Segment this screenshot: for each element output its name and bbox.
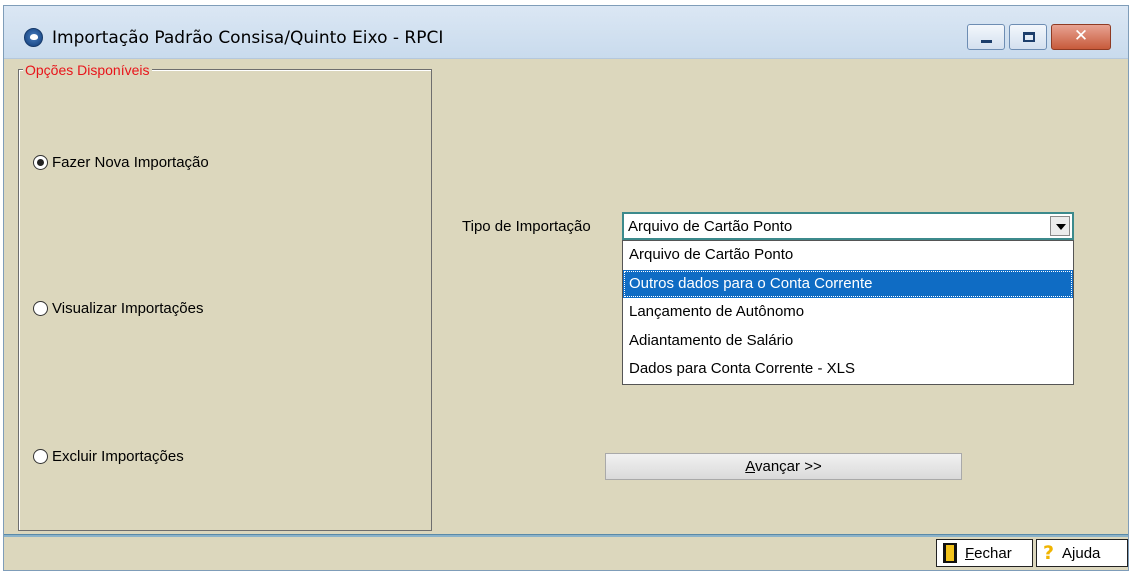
radio-indicator[interactable] [33,301,48,316]
maximize-icon [1023,32,1035,42]
import-type-select[interactable]: Arquivo de Cartão Ponto [622,212,1074,240]
minimize-button[interactable] [967,24,1005,50]
help-button-label: Ajuda [1062,544,1101,562]
close-button-label: echar [974,544,1012,562]
dropdown-option[interactable]: Adiantamento de Salário [623,327,1073,356]
dropdown-option[interactable]: Lançamento de Autônomo [623,298,1073,327]
options-group-legend: Opções Disponíveis [23,62,152,78]
chevron-down-icon[interactable] [1050,216,1070,236]
dropdown-option-highlighted[interactable]: Outros dados para o Conta Corrente [623,269,1073,299]
close-button[interactable]: Fechar [936,539,1033,567]
minimize-icon [981,40,992,43]
close-window-button[interactable]: ✕ [1051,24,1111,50]
help-button[interactable]: ? Ajuda [1036,539,1128,567]
radio-selected-indicator[interactable] [33,155,48,170]
radio-delete-imports[interactable]: Excluir Importações [33,448,184,465]
title-bar[interactable]: Importação Padrão Consisa/Quinto Eixo - … [4,6,1128,59]
door-exit-icon [943,543,957,563]
dropdown-option[interactable]: Dados para Conta Corrente - XLS [623,355,1073,384]
maximize-button[interactable] [1009,24,1047,50]
close-icon: ✕ [1073,26,1089,46]
question-mark-icon: ? [1043,542,1055,564]
import-type-selected-value: Arquivo de Cartão Ponto [628,218,793,235]
close-accelerator: F [965,544,975,562]
import-type-dropdown-list: Arquivo de Cartão Ponto Outros dados par… [622,240,1074,385]
dropdown-option[interactable]: Arquivo de Cartão Ponto [623,241,1073,270]
import-window: Importação Padrão Consisa/Quinto Eixo - … [3,5,1129,571]
radio-view-imports-label: Visualizar Importações [52,300,204,317]
status-divider [4,534,1128,537]
radio-indicator[interactable] [33,449,48,464]
advance-accelerator: A [745,458,755,475]
radio-delete-imports-label: Excluir Importações [52,448,184,465]
radio-new-import-label: Fazer Nova Importação [52,154,209,171]
app-logo-icon [24,28,43,47]
radio-new-import[interactable]: Fazer Nova Importação [33,154,209,171]
options-group: Opções Disponíveis Fazer Nova Importação… [18,62,432,531]
radio-view-imports[interactable]: Visualizar Importações [33,300,203,317]
window-title: Importação Padrão Consisa/Quinto Eixo - … [52,28,444,48]
import-type-label: Tipo de Importação [462,218,591,235]
advance-button-label: vançar >> [755,458,822,475]
advance-button[interactable]: Avançar >> [605,453,962,480]
